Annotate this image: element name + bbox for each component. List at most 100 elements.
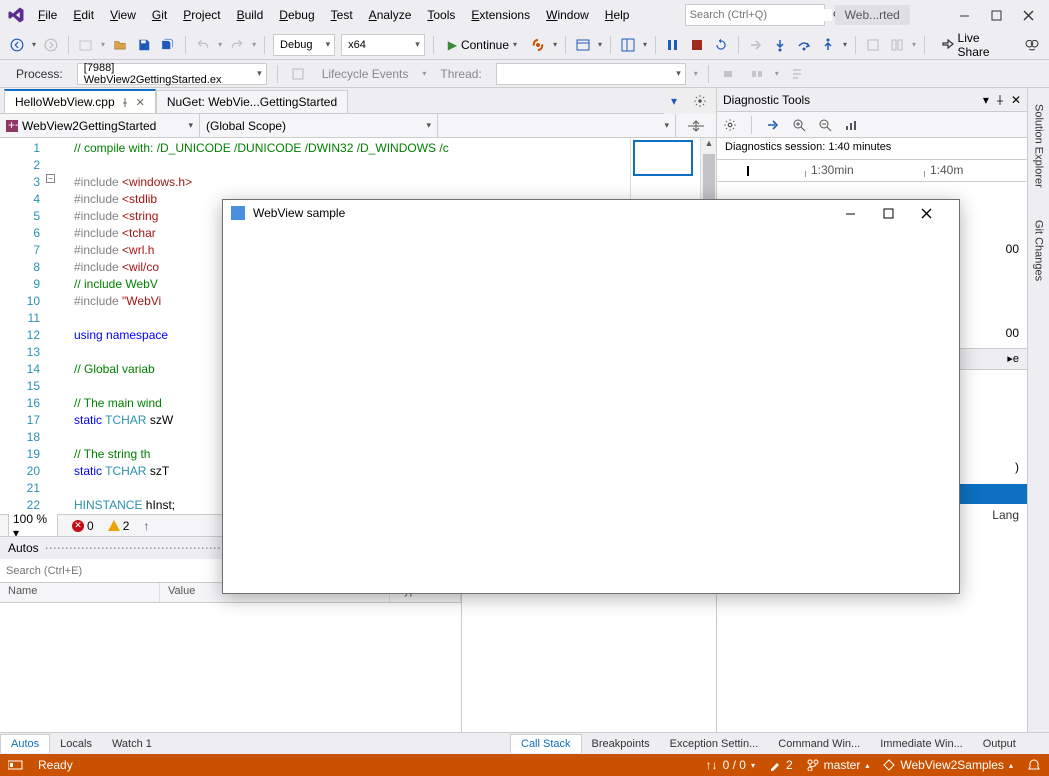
nav-back-icon[interactable] (8, 35, 26, 55)
git-changes-tab[interactable]: Git Changes (1031, 214, 1047, 287)
fold-toggle-icon[interactable]: − (46, 174, 55, 183)
menu-git[interactable]: Git (144, 4, 175, 26)
git-pending-changes[interactable]: 2 (769, 758, 793, 772)
diag-reset-icon[interactable] (844, 118, 858, 132)
close-button[interactable] (1021, 8, 1035, 22)
diag-settings-icon[interactable] (723, 118, 737, 132)
stack-nav-icon[interactable] (787, 64, 807, 84)
git-branch[interactable]: master▴ (807, 758, 870, 772)
feedback-icon[interactable] (1023, 35, 1041, 55)
popup-maximize-button[interactable] (883, 208, 913, 219)
popup-client-area[interactable] (223, 226, 959, 593)
stop-icon[interactable] (688, 35, 706, 55)
project-scope-combo[interactable]: ++ WebView2GettingStarted (0, 114, 200, 137)
close-tab-icon[interactable]: ✕ (136, 96, 145, 109)
menu-build[interactable]: Build (229, 4, 272, 26)
notifications-icon[interactable] (1027, 758, 1041, 772)
error-count[interactable]: ✕0 (72, 519, 94, 533)
step-into-icon[interactable] (771, 35, 789, 55)
tab-autos[interactable]: Autos (0, 734, 50, 753)
diag-zoom-in-icon[interactable] (792, 118, 806, 132)
menu-analyze[interactable]: Analyze (361, 4, 420, 26)
tab-exception-settings[interactable]: Exception Settin... (660, 735, 769, 753)
window-options-icon[interactable] (690, 91, 710, 111)
popup-titlebar[interactable]: WebView sample (223, 200, 959, 226)
tab-immediate-window[interactable]: Immediate Win... (870, 735, 973, 753)
close-panel-icon[interactable]: ✕ (1011, 93, 1021, 107)
document-tab[interactable]: NuGet: WebVie...GettingStarted (156, 90, 348, 113)
stack-frame-icon[interactable] (719, 64, 739, 84)
menu-help[interactable]: Help (597, 4, 638, 26)
pause-icon[interactable] (664, 35, 682, 55)
minimize-button[interactable] (957, 8, 971, 22)
tools-icon[interactable] (864, 35, 882, 55)
tab-overflow-icon[interactable]: ▾ (664, 91, 684, 111)
tab-command-window[interactable]: Command Win... (768, 735, 870, 753)
continue-button[interactable]: ▶ Continue ▾ (442, 38, 523, 52)
warning-count[interactable]: 2 (108, 519, 130, 533)
split-editor-icon[interactable] (676, 114, 716, 137)
menu-debug[interactable]: Debug (271, 4, 322, 26)
menu-edit[interactable]: Edit (65, 4, 102, 26)
pin-icon[interactable] (121, 98, 130, 107)
menu-test[interactable]: Test (323, 4, 361, 26)
menu-extensions[interactable]: Extensions (463, 4, 538, 26)
show-next-statement-icon[interactable] (747, 35, 765, 55)
tab-locals[interactable]: Locals (50, 735, 102, 753)
menu-tools[interactable]: Tools (419, 4, 463, 26)
solution-explorer-tab[interactable]: Solution Explorer (1031, 98, 1047, 194)
undo-icon[interactable] (194, 35, 212, 55)
document-tab[interactable]: HelloWebView.cpp✕ (4, 89, 156, 113)
tab-watch1[interactable]: Watch 1 (102, 735, 162, 753)
menu-project[interactable]: Project (175, 4, 228, 26)
thread-combo[interactable] (496, 63, 686, 85)
webview-sample-window[interactable]: WebView sample (222, 199, 960, 594)
config-combo[interactable]: Debug (273, 34, 335, 56)
diag-select-tools-icon[interactable] (766, 118, 780, 132)
step-out-icon[interactable] (819, 35, 837, 55)
restart-icon[interactable] (712, 35, 730, 55)
panel-menu-icon[interactable]: ▾ (983, 93, 989, 107)
git-repo[interactable]: WebView2Samples▴ (883, 758, 1013, 772)
platform-combo[interactable]: x64 (341, 34, 425, 56)
menu-window[interactable]: Window (538, 4, 597, 26)
popup-close-button[interactable] (921, 208, 951, 219)
scroll-up-icon[interactable]: ▲ (701, 138, 716, 154)
tab-call-stack[interactable]: Call Stack (510, 734, 582, 753)
diag-title: Diagnostic Tools (723, 93, 810, 107)
nav-up-icon[interactable]: ↑ (143, 519, 149, 533)
redo-icon[interactable] (228, 35, 246, 55)
live-share-button[interactable]: Live Share (933, 31, 1017, 59)
menu-view[interactable]: View (102, 4, 144, 26)
diag-zoom-out-icon[interactable] (818, 118, 832, 132)
autos-body[interactable] (0, 603, 461, 732)
save-all-icon[interactable] (159, 35, 177, 55)
tab-breakpoints[interactable]: Breakpoints (582, 735, 660, 753)
open-icon[interactable] (111, 35, 129, 55)
minimap-viewport[interactable] (633, 140, 693, 176)
continue-label: Continue (461, 38, 509, 52)
popup-minimize-button[interactable] (845, 208, 875, 219)
menu-file[interactable]: File (30, 4, 65, 26)
type-scope-combo[interactable]: (Global Scope) (200, 114, 438, 137)
quick-search-input[interactable] (690, 9, 832, 21)
lifecycle-icon[interactable] (288, 64, 308, 84)
hot-reload-icon[interactable] (529, 35, 547, 55)
diag-timeline-ruler[interactable]: 1:30min 1:40m (717, 160, 1027, 182)
save-icon[interactable] (135, 35, 153, 55)
quick-search[interactable] (685, 4, 825, 26)
git-unpushed[interactable]: ↑↓0 / 0▾ (706, 758, 755, 772)
tab-output[interactable]: Output (973, 735, 1026, 753)
pin-icon[interactable] (995, 95, 1005, 105)
stack-frame2-icon[interactable] (747, 64, 767, 84)
browse-icon[interactable] (574, 35, 592, 55)
diag-session-label: Diagnostics session: 1:40 minutes (717, 138, 1027, 160)
new-project-icon[interactable] (77, 35, 95, 55)
col-name[interactable]: Name (0, 583, 160, 602)
step-over-icon[interactable] (795, 35, 813, 55)
process-combo[interactable]: [7988] WebView2GettingStarted.ex (77, 63, 267, 85)
maximize-button[interactable] (989, 8, 1003, 22)
member-scope-combo[interactable] (438, 114, 676, 137)
tools2-icon[interactable] (888, 35, 906, 55)
window-layout-icon[interactable] (619, 35, 637, 55)
